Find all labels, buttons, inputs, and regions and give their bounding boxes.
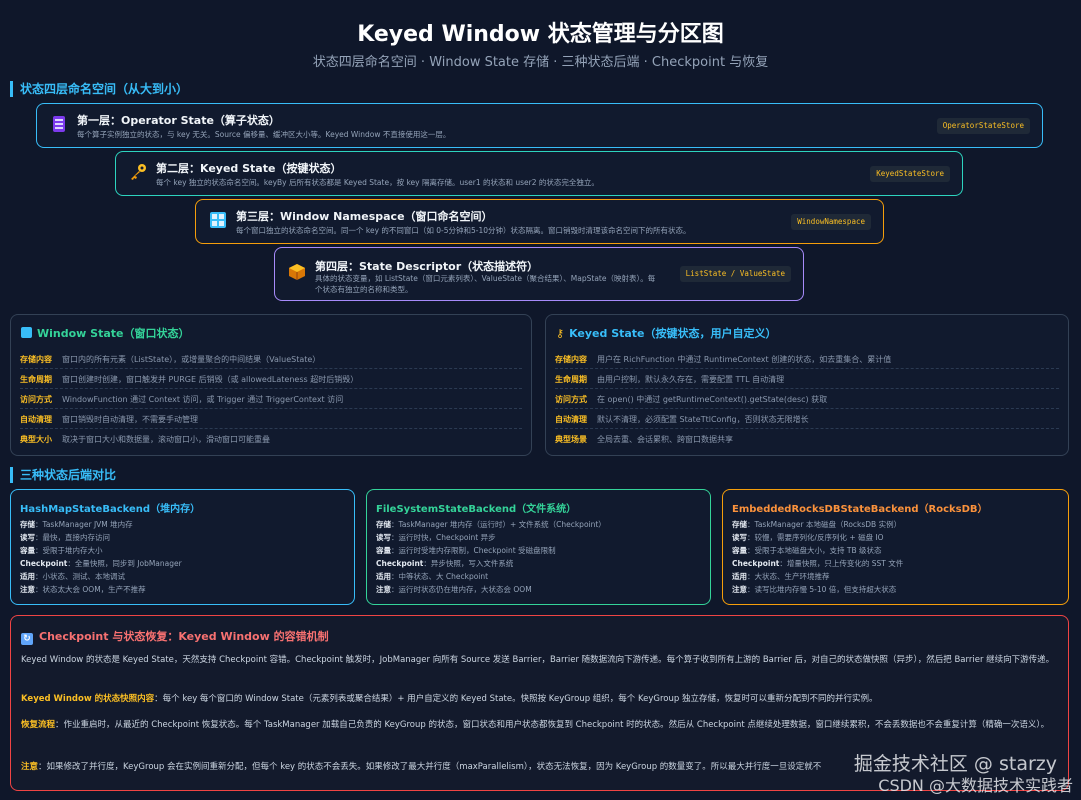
backend-title: EmbeddedRocksDBStateBackend（RocksDB）	[732, 504, 988, 515]
watermark-csdn: CSDN @大数据技术实践者	[878, 776, 1073, 795]
backend-row: 适用：中等状态、大 Checkpoint	[376, 572, 489, 581]
keyed-state-card: ⚷ Keyed State（按键状态，用户自定义） 存储内容 用户在 RichFun…	[545, 314, 1069, 456]
window-state-row: 典型大小 取决于窗口大小和数据量，滚动窗口小，滑动窗口可能重叠	[20, 435, 270, 444]
window-state-title: Window State（窗口状态）	[21, 325, 189, 341]
layer-tag: OperatorStateStore	[936, 118, 1030, 134]
layer-operator-state: 第一层：Operator State（算子状态） 每个算子实例独立的状态，与 k…	[36, 103, 1043, 148]
backend-row: Checkpoint：全量快照，同步到 JobManager	[20, 559, 182, 568]
layer-state-descriptor: 第四层：State Descriptor（状态描述符） 具体的状态变量，如 Li…	[274, 247, 804, 301]
checkpoint-paragraph: Keyed Window 的状态快照内容：每个 key 每个窗口的 Window…	[21, 694, 878, 704]
keyed-state-row: 自动清理 默认不清理，必须配置 StateTtlConfig，否则状态无限增长	[555, 410, 1059, 429]
layer-description-line-2: 个状态有独立的名称和类型。	[315, 285, 413, 294]
backend-row: 注意：运行时状态仍在堆内存，大状态会 OOM	[376, 585, 532, 594]
backend-row: 读写：最快，直接内存访问	[20, 533, 110, 542]
backend-row: Checkpoint：增量快照，只上传变化的 SST 文件	[732, 559, 904, 568]
backend-row: 存储：TaskManager JVM 堆内存	[20, 520, 133, 529]
backend-row: 存储：TaskManager 堆内存（运行时）+ 文件系统（Checkpoint…	[376, 520, 606, 529]
layer-tag: WindowNamespace	[791, 214, 871, 230]
backend-row: 适用：小状态、测试、本地调试	[20, 572, 125, 581]
backend-row: 存储：TaskManager 本地磁盘（RocksDB 实例）	[732, 520, 902, 529]
window-state-row: 访问方式 WindowFunction 通过 Context 访问，或 Trigg…	[20, 390, 522, 409]
page-title: Keyed Window 状态管理与分区图	[357, 22, 724, 47]
backend-row: 读写：较慢，需要序列化/反序列化 + 磁盘 IO	[732, 533, 884, 542]
keyed-state-row: 访问方式在 open() 中通过 getRuntimeContext().get…	[555, 390, 1059, 409]
window-state-row: 自动清理 窗口销毁时自动清理，不需要手动管理	[20, 410, 522, 429]
layer-title: 第二层：Keyed State（按键状态）	[156, 162, 342, 175]
section-heading-backends: 三种状态后端对比	[10, 467, 116, 483]
backend-row: 容量：受限于堆内存大小	[20, 546, 103, 555]
backend-row: Checkpoint：异步快照，写入文件系统	[376, 559, 514, 568]
keyed-state-row: 典型场景 全局去重、会话累积、跨窗口数据共享	[555, 435, 733, 444]
layer-tag: KeyedStateStore	[870, 166, 950, 182]
window-state-card: Window State（窗口状态） 存储内容 窗口内的所有元素（ListStat…	[10, 314, 532, 456]
layer-window-namespace: 第三层：Window Namespace（窗口命名空间） 每个窗口独立的状态命名…	[195, 199, 884, 244]
backend-row: 容量：运行时受堆内存限制，Checkpoint 受磁盘限制	[376, 546, 556, 555]
layer-keyed-state: 第二层：Keyed State（按键状态） 每个 key 独立的状态命名空间。k…	[115, 151, 963, 196]
window-icon	[21, 327, 32, 338]
backend-card-filesystem: FileSystemStateBackend（文件系统） 存储：TaskMana…	[366, 489, 711, 605]
window-state-row: 存储内容 窗口内的所有元素（ListState），或增量聚合的中间结果（Value…	[20, 350, 522, 369]
backend-row: 适用：大状态、生产环境推荐	[732, 572, 830, 581]
layer-title: 第四层：State Descriptor（状态描述符）	[315, 260, 539, 273]
window-state-row: 生命周期 窗口创建时创建，窗口触发并 PURGE 后销毁（或 allowedLat…	[20, 370, 522, 389]
checkpoint-paragraph: Keyed Window 的状态是 Keyed State，天然支持 Check…	[21, 655, 1055, 665]
backend-row: 读写：运行时快，Checkpoint 异步	[376, 533, 496, 542]
checkpoint-paragraph: 恢复流程：作业重启时，从最近的 Checkpoint 恢复状态。每个 TaskM…	[21, 720, 1050, 730]
layer-description: 每个 key 独立的状态命名空间。keyBy 后所有状态都是 Keyed Sta…	[156, 178, 599, 187]
layer-tag: ListState / ValueState	[679, 266, 791, 282]
package-icon	[287, 263, 307, 285]
keyed-state-title: ⚷ Keyed State（按键状态，用户自定义）	[556, 327, 777, 340]
key-icon: ⚷	[556, 327, 565, 340]
key-icon	[128, 163, 148, 185]
keyed-state-row: 存储内容 用户在 RichFunction 中通过 RuntimeContext …	[555, 350, 1059, 369]
backend-title: HashMapStateBackend（堆内存）	[20, 504, 201, 515]
section-heading-layers: 状态四层命名空间（从大到小）	[10, 81, 188, 97]
layer-title: 第一层：Operator State（算子状态）	[77, 114, 280, 127]
checkpoint-paragraph: 注意：如果修改了并行度，KeyGroup 会在实例间重新分配，但每个 key 的…	[21, 762, 821, 772]
backend-row: 注意：读写比堆内存慢 5-10 倍，但支持超大状态	[732, 585, 897, 594]
backend-card-rocksdb: EmbeddedRocksDBStateBackend（RocksDB） 存储：…	[722, 489, 1069, 605]
operator-state-icon	[49, 115, 69, 137]
backend-row: 容量：受限于本地磁盘大小，支持 TB 级状态	[732, 546, 882, 555]
layer-title: 第三层：Window Namespace（窗口命名空间）	[236, 210, 493, 223]
backend-title: FileSystemStateBackend（文件系统）	[376, 504, 577, 515]
layer-description: 每个算子实例独立的状态，与 key 无关。Source 偏移量、缓冲区大小等。K…	[77, 130, 451, 139]
backend-row: 注意：状态太大会 OOM，生产不推荐	[20, 585, 146, 594]
page-subtitle: 状态四层命名空间 · Window State 存储 · 三种状态后端 · Ch…	[312, 55, 769, 70]
checkpoint-title: ↻ Checkpoint 与状态恢复：Keyed Window 的容错机制	[21, 628, 329, 645]
window-icon	[208, 211, 228, 233]
layer-description: 每个窗口独立的状态命名空间。同一个 key 的不同窗口（如 0-5分钟和5-10…	[236, 226, 691, 235]
keyed-state-row: 生命周期 由用户控制，默认永久存在，需要配置 TTL 自动清理	[555, 370, 1059, 389]
layer-description-line-1: 具体的状态变量，如 ListState（窗口元素列表）、ValueState（聚…	[315, 274, 656, 283]
backend-card-hashmap: HashMapStateBackend（堆内存） 存储：TaskManager …	[10, 489, 355, 605]
refresh-icon: ↻	[21, 633, 33, 645]
